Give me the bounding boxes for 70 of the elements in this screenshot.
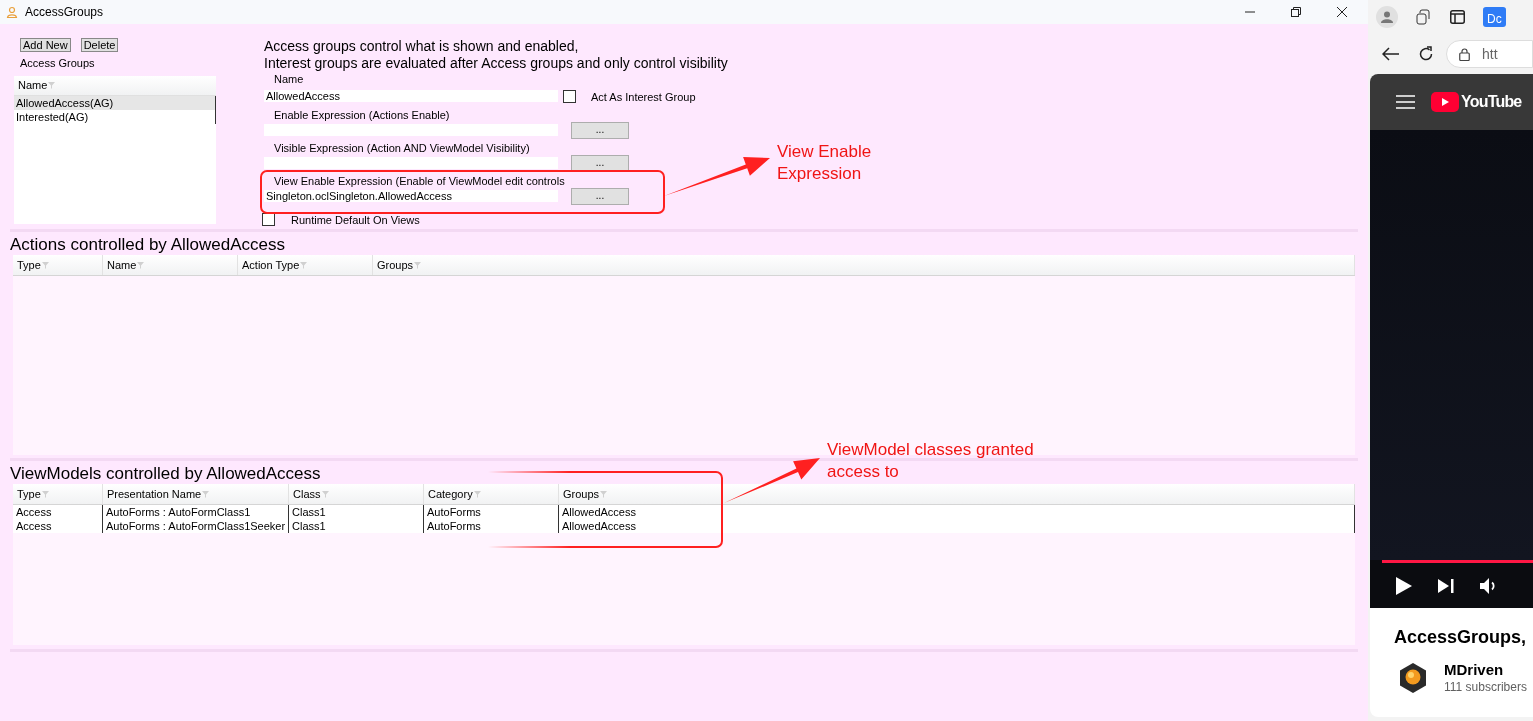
column-header[interactable]: Action Type (238, 255, 373, 275)
column-header[interactable]: Type (13, 484, 103, 504)
address-bar[interactable]: htt (1446, 40, 1533, 68)
filter-icon (41, 490, 49, 498)
column-header[interactable]: Groups (373, 255, 1355, 275)
table-cell: AutoForms (424, 505, 559, 519)
play-icon[interactable] (1396, 576, 1412, 595)
toolbar-button[interactable]: Add New (20, 38, 71, 52)
filter-icon (473, 490, 481, 498)
expression-field[interactable]: Singleton.oclSingleton.AllowedAccess (264, 190, 558, 202)
maximize-icon (1291, 7, 1301, 17)
checkbox[interactable] (563, 90, 576, 104)
column-header[interactable]: Name (103, 255, 238, 275)
column-header[interactable]: Category (424, 484, 559, 504)
channel-name[interactable]: MDriven (1444, 661, 1527, 679)
description-text: Interest groups are evaluated after Access groups and only control visibility (264, 55, 728, 72)
window-title: AccessGroups (25, 4, 104, 21)
browse-button[interactable]: ... (571, 187, 629, 205)
table-cell: Access (13, 505, 103, 519)
profile-icon[interactable] (1376, 6, 1398, 28)
column-header[interactable]: Class (289, 484, 424, 504)
field-label: View Enable Expression (Enable of ViewModel edit controls (273, 174, 566, 188)
table-cell: Access (13, 519, 103, 533)
table-cell: AutoForms : AutoFormClass1Seeker (103, 519, 289, 533)
section-title: ViewModels controlled by AllowedAccess (10, 464, 321, 484)
column-header[interactable]: Type (13, 255, 103, 275)
table-cell: Class1 (289, 505, 424, 519)
column-header[interactable]: Presentation Name (103, 484, 289, 504)
field-label: Enable Expression (Actions Enable) (273, 108, 451, 122)
close-icon (1337, 7, 1347, 17)
filter-icon (414, 261, 422, 269)
field-label: Visible Expression (Action AND ViewModel Visibility) (273, 141, 531, 155)
lock-icon (1459, 47, 1470, 61)
table-cell: AutoForms : AutoFormClass1 (103, 505, 289, 519)
table-cell: AutoForms (424, 519, 559, 533)
play-logo-icon (1431, 92, 1459, 112)
name-field[interactable]: AllowedAccess (264, 89, 558, 102)
back-icon[interactable] (1382, 47, 1400, 61)
browser-tab[interactable]: Dc (1483, 7, 1506, 27)
filter-icon (600, 490, 608, 498)
next-icon[interactable] (1438, 578, 1454, 593)
subscriber-count: 111 subscribers (1444, 679, 1527, 695)
toolbar-button[interactable]: Delete (80, 38, 119, 52)
video-logo: YouTube (1431, 90, 1522, 114)
description-text: Access groups control what is shown and enabled, (264, 38, 580, 55)
section-title: Actions controlled by AllowedAccess (10, 235, 285, 255)
video-title: AccessGroups, (1394, 626, 1528, 649)
filter-icon (321, 490, 329, 498)
filter-icon (202, 490, 210, 498)
refresh-icon[interactable] (1418, 46, 1434, 62)
table-cell-text: AllowedAccess (561, 519, 637, 533)
section-label: Access Groups (19, 56, 96, 71)
filter-icon (137, 261, 145, 269)
filter-icon (300, 261, 308, 269)
sidebar-icon[interactable] (1450, 10, 1465, 24)
app-icon (6, 6, 18, 18)
field-label: Name (273, 73, 305, 86)
table-cell-text: AllowedAccess (561, 505, 637, 519)
browse-button[interactable]: ... (571, 121, 629, 139)
collections-icon[interactable] (1416, 9, 1432, 25)
filter-icon (48, 81, 56, 89)
expression-field[interactable] (264, 157, 558, 169)
checkbox-label: Act As Interest Group (591, 90, 696, 105)
menu-icon[interactable] (1396, 95, 1415, 109)
checkbox-label: Runtime Default On Views (291, 212, 420, 228)
annotation-text: View Enable Expression (777, 141, 872, 185)
table-cell: Class1 (289, 519, 424, 533)
channel-logo-icon[interactable] (1398, 662, 1428, 694)
annotation-text: ViewModel classes granted access to (827, 439, 1034, 483)
filter-icon (41, 261, 49, 269)
